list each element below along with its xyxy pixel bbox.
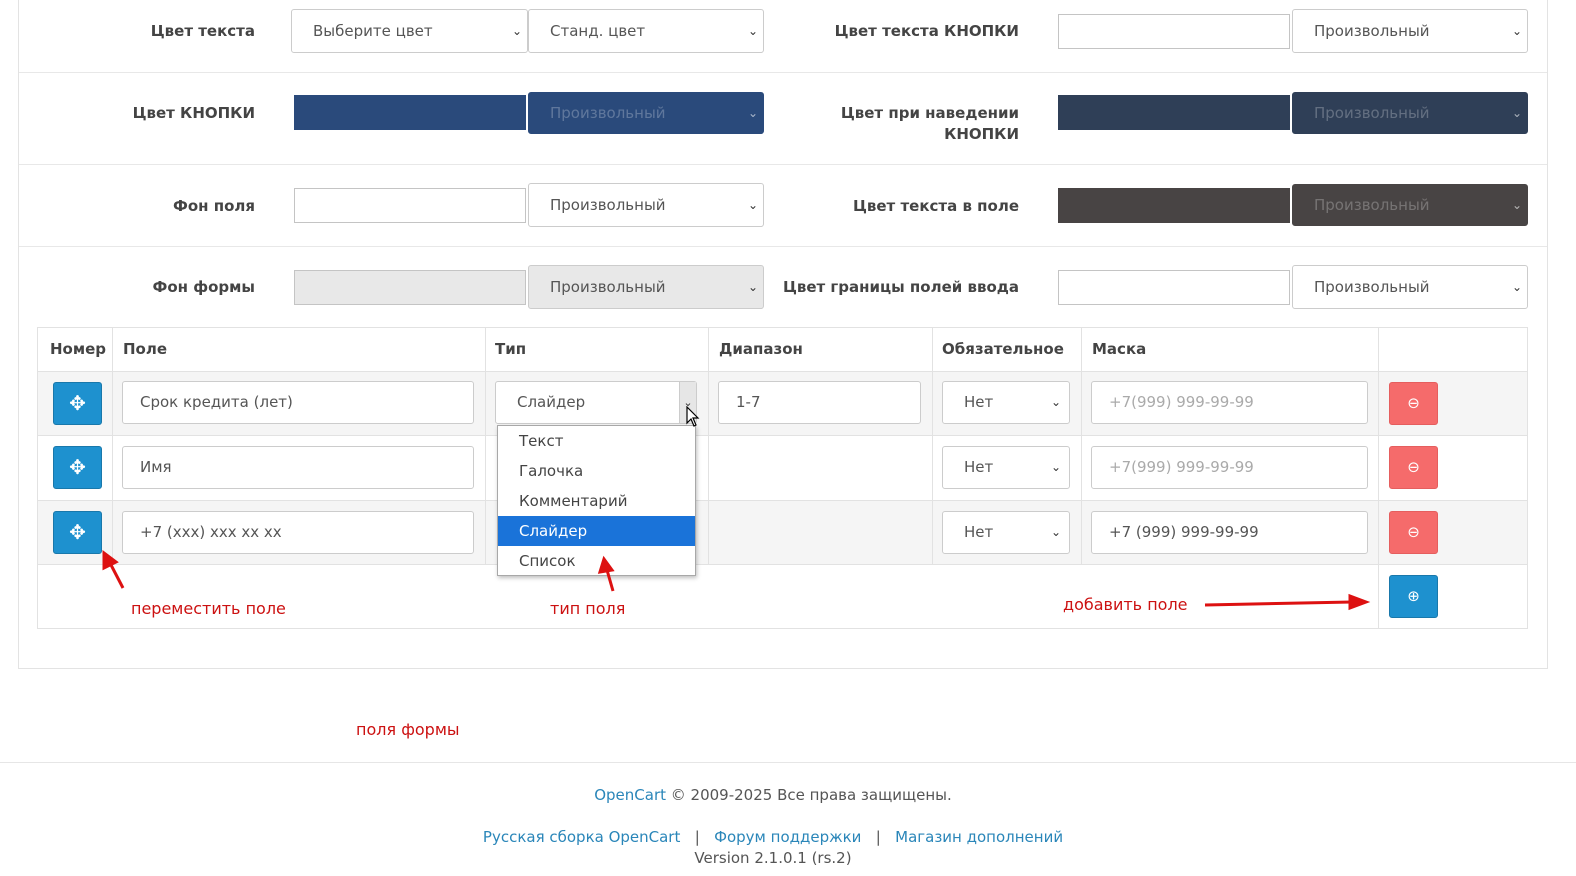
- arrow-add-head: [1348, 593, 1371, 611]
- addons-store-link[interactable]: Магазин дополнений: [895, 828, 1063, 846]
- arrow-type-head: [597, 555, 615, 574]
- annotation-form-fields: поля формы: [356, 720, 460, 739]
- footer-version: Version 2.1.0.1 (rs.2): [694, 849, 852, 867]
- arrow-type-line: [605, 569, 615, 592]
- russian-build-link[interactable]: Русская сборка OpenCart: [483, 828, 680, 846]
- opencart-link[interactable]: OpenCart: [594, 786, 666, 804]
- arrow-move-line: [108, 562, 125, 589]
- annotation-field-type: тип поля: [550, 599, 626, 618]
- footer-divider: [0, 762, 1576, 763]
- copyright-text: © 2009-2025 Все права защищены.: [670, 786, 952, 804]
- footer-copyright: OpenCart © 2009-2025 Все права защищены.: [0, 786, 1546, 804]
- footer-links: Русская сборка OpenCart | Форум поддержк…: [0, 828, 1546, 846]
- support-forum-link[interactable]: Форум поддержки: [714, 828, 861, 846]
- footer-separator: |: [694, 828, 700, 846]
- arrow-move-head: [102, 550, 119, 571]
- annotation-move-field: переместить поле: [131, 599, 286, 618]
- annotation-add-field: добавить поле: [1063, 595, 1188, 614]
- footer-separator: |: [875, 828, 881, 846]
- annotation-arrows: [102, 550, 1371, 611]
- arrow-add-line: [1204, 600, 1353, 607]
